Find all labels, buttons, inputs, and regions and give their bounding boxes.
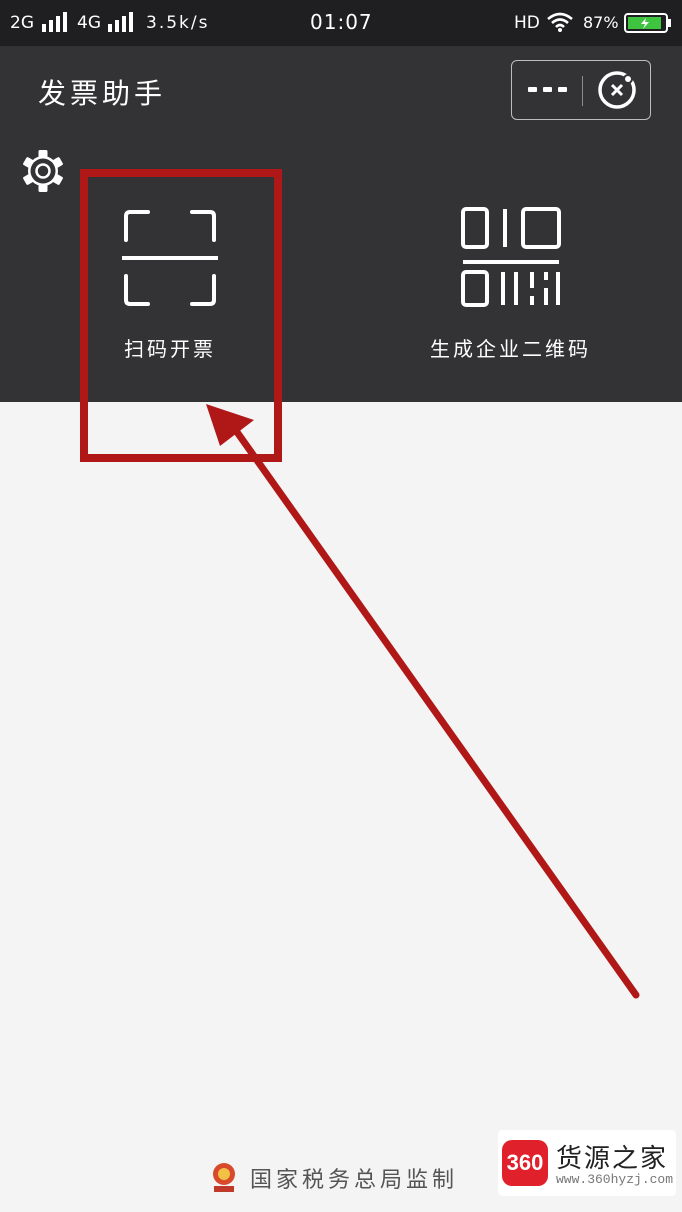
watermark-url: www.360hyzj.com (556, 1172, 674, 1187)
watermark-site-name: 货源之家 (556, 1144, 669, 1174)
footer-supervised-text: 国家税务总局监制 (250, 1168, 459, 1193)
tax-bureau-emblem-icon (213, 1163, 235, 1192)
annotation-arrow-head (206, 404, 254, 446)
footer: 国家税务总局监制 (210, 1160, 458, 1196)
site-watermark: 360 货源之家 www.360hyzj.com (498, 1130, 676, 1196)
annotation-arrow-line (228, 421, 640, 999)
annotation-overlay (80, 169, 640, 999)
highlight-box (80, 169, 282, 462)
watermark-logo-badge: 360 (502, 1140, 548, 1186)
